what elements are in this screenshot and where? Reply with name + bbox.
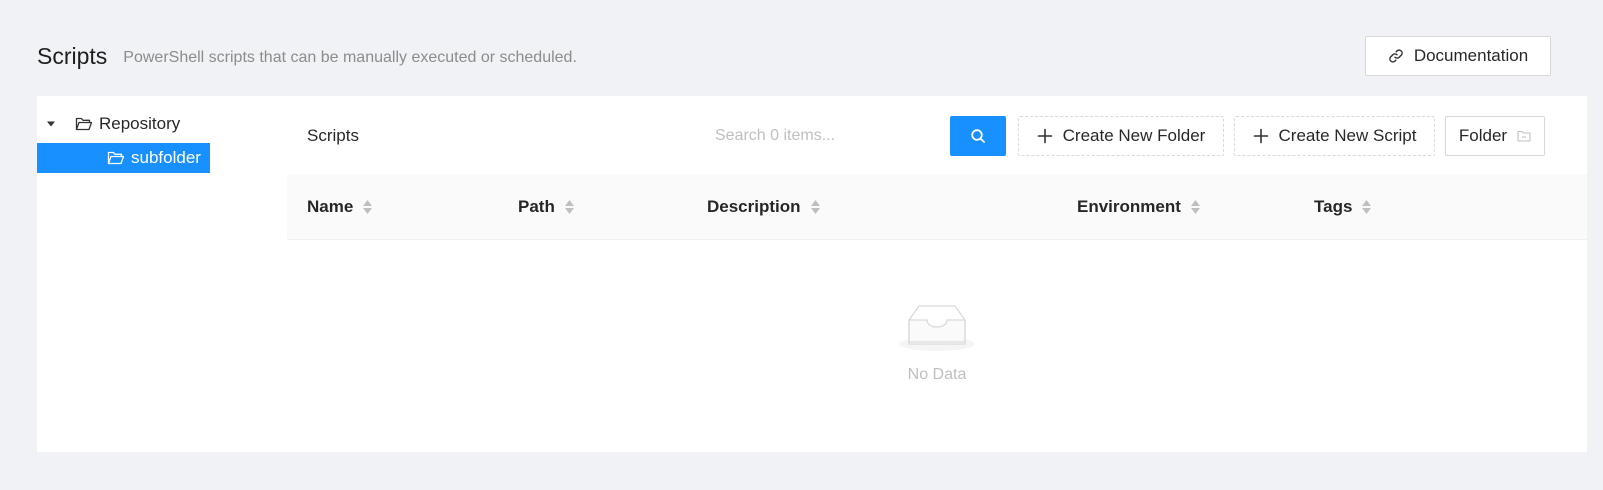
sort-icon (810, 200, 820, 214)
empty-text: No Data (907, 366, 967, 383)
column-label: Description (707, 197, 801, 216)
create-script-label: Create New Script (1278, 126, 1417, 145)
caret-down-icon[interactable] (37, 119, 65, 129)
tree-node-label: subfolder (131, 148, 201, 167)
folder-open-icon (75, 117, 93, 131)
column-label: Tags (1314, 197, 1353, 216)
create-folder-label: Create New Folder (1062, 126, 1206, 145)
column-header-path[interactable]: Path (518, 174, 574, 240)
sort-icon (1190, 200, 1200, 214)
link-icon (1389, 49, 1403, 63)
column-header-tags[interactable]: Tags (1314, 174, 1372, 240)
page-title: Scripts (37, 42, 108, 69)
tree-node-subfolder[interactable]: subfolder (37, 143, 210, 173)
sort-icon (1362, 200, 1372, 214)
folder-open-icon (107, 151, 125, 165)
plus-icon (1037, 128, 1052, 144)
empty-state: No Data (287, 240, 1587, 452)
column-label: Name (307, 197, 354, 216)
scripts-table-area: Scripts Create New Folder Create New Scr… (287, 96, 1587, 452)
search-button[interactable] (950, 116, 1006, 156)
plus-icon (1253, 128, 1268, 144)
search-icon (971, 129, 985, 143)
table-toolbar: Scripts Create New Folder Create New Scr… (287, 96, 1587, 174)
folder-button-label: Folder (1458, 126, 1508, 145)
empty-inbox-icon (899, 305, 975, 351)
column-header-environment[interactable]: Environment (1077, 174, 1200, 240)
table-header: Name Path Description Environment Tags (287, 174, 1587, 240)
documentation-label: Documentation (1413, 46, 1529, 65)
table-title: Scripts (307, 126, 359, 145)
column-header-name[interactable]: Name (307, 174, 373, 240)
page-header: Scripts PowerShell scripts that can be m… (37, 36, 1567, 76)
sort-icon (363, 200, 373, 214)
column-label: Environment (1077, 197, 1181, 216)
content-panel: Repository subfolder Scripts Search 0 it… (37, 96, 1587, 452)
search-input[interactable] (697, 116, 937, 156)
column-header-description[interactable]: Description (707, 174, 820, 240)
column-label: Path (518, 197, 555, 216)
folder-tree: Repository subfolder (37, 108, 287, 173)
create-script-button[interactable]: Create New Script (1234, 116, 1435, 156)
sort-icon (564, 200, 574, 214)
folder-icon (1517, 130, 1531, 142)
documentation-button[interactable]: Documentation (1365, 36, 1551, 76)
page-subtitle: PowerShell scripts that can be manually … (123, 48, 577, 66)
tree-node-repository[interactable]: Repository (37, 108, 287, 140)
tree-node-label: Repository (99, 114, 181, 133)
create-folder-button[interactable]: Create New Folder (1018, 116, 1224, 156)
folder-view-button[interactable]: Folder (1445, 116, 1545, 156)
